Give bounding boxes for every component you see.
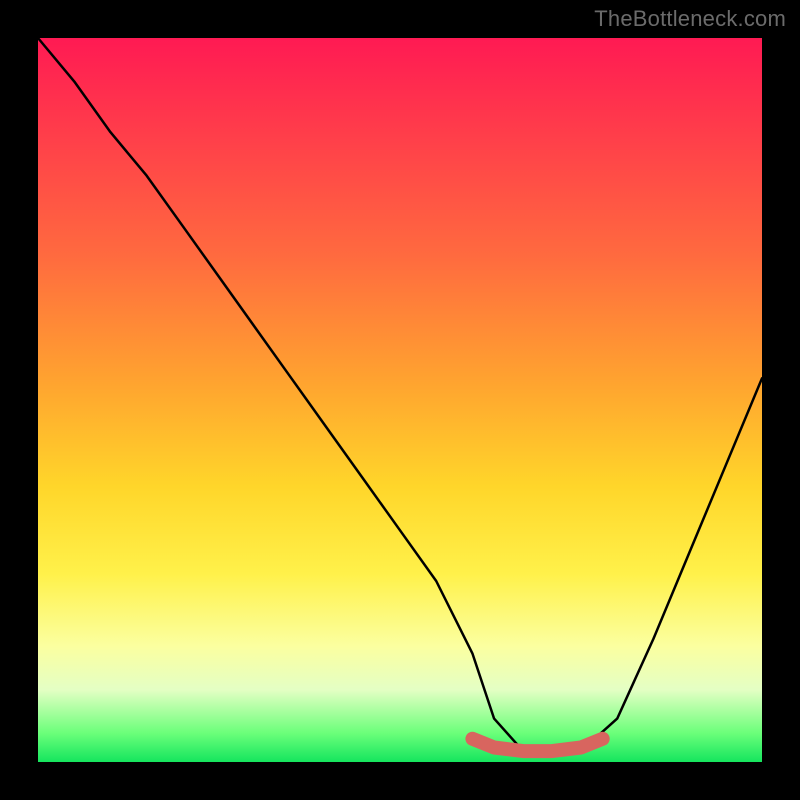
watermark-text: TheBottleneck.com bbox=[594, 6, 786, 32]
chart-frame: TheBottleneck.com bbox=[0, 0, 800, 800]
plot-area bbox=[38, 38, 762, 762]
curve-svg bbox=[38, 38, 762, 762]
bottom-highlight bbox=[472, 739, 602, 751]
main-curve-line bbox=[38, 38, 762, 753]
